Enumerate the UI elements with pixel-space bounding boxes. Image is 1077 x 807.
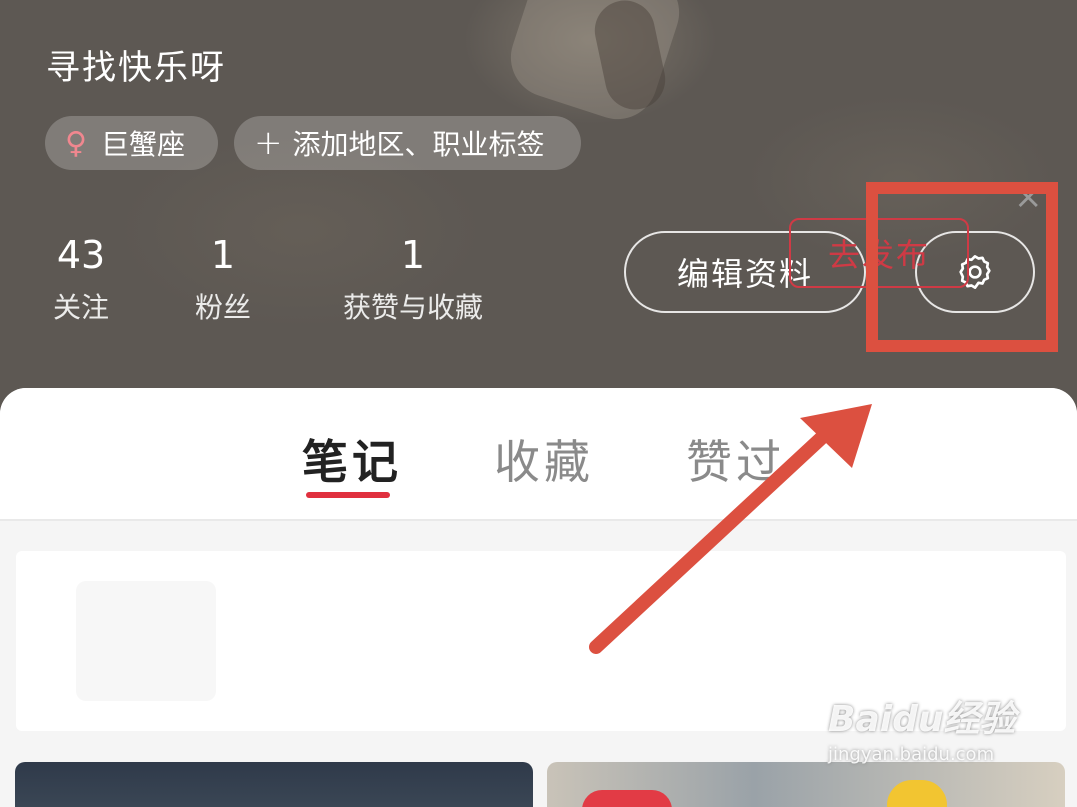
add-tags-button[interactable]: + 添加地区、职业标签	[234, 116, 581, 170]
stat-followers[interactable]: 1 粉丝	[182, 232, 264, 326]
plus-icon: +	[254, 123, 283, 163]
username: 寻找快乐呀	[46, 48, 226, 88]
stat-likes-label: 获赞与收藏	[342, 291, 483, 324]
thumbnail-detail	[582, 790, 672, 807]
profile-header: 寻找快乐呀 ♀ 巨蟹座 + 添加地区、职业标签 43 关注 1 粉丝 1 获赞与…	[0, 0, 1077, 420]
stat-followers-label: 粉丝	[194, 291, 251, 324]
stat-following-label: 关注	[52, 291, 109, 324]
note-thumbnail[interactable]	[15, 762, 533, 807]
stat-following[interactable]: 43 关注	[40, 232, 122, 326]
close-icon[interactable]: ×	[1014, 180, 1043, 214]
stat-likes-count: 1	[400, 233, 426, 277]
watermark-url: jingyan.baidu.com	[828, 744, 995, 765]
watermark-logo: Baidu经验	[828, 699, 1016, 740]
note-thumbnail[interactable]	[547, 762, 1065, 807]
tab-bar: 笔记 收藏 赞过	[0, 388, 1077, 521]
zodiac-label: 巨蟹座	[100, 128, 185, 161]
tab-liked[interactable]: 赞过	[686, 426, 786, 492]
thumbnail-detail	[887, 780, 947, 807]
prompt-illustration	[76, 581, 216, 701]
tab-favorites[interactable]: 收藏	[494, 426, 594, 492]
stat-followers-count: 1	[210, 233, 236, 277]
female-icon: ♀	[65, 125, 87, 161]
publish-button[interactable]: 去发布	[789, 218, 969, 288]
tab-notes[interactable]: 笔记	[302, 426, 402, 492]
active-tab-indicator	[306, 492, 390, 498]
add-tags-label: 添加地区、职业标签	[292, 128, 545, 161]
baidu-watermark: Baidu经验 jingyan.baidu.com	[828, 690, 1015, 765]
stat-likes-favorites[interactable]: 1 获赞与收藏	[325, 232, 501, 326]
zodiac-tag[interactable]: ♀ 巨蟹座	[45, 116, 218, 170]
stat-following-count: 43	[56, 233, 106, 277]
